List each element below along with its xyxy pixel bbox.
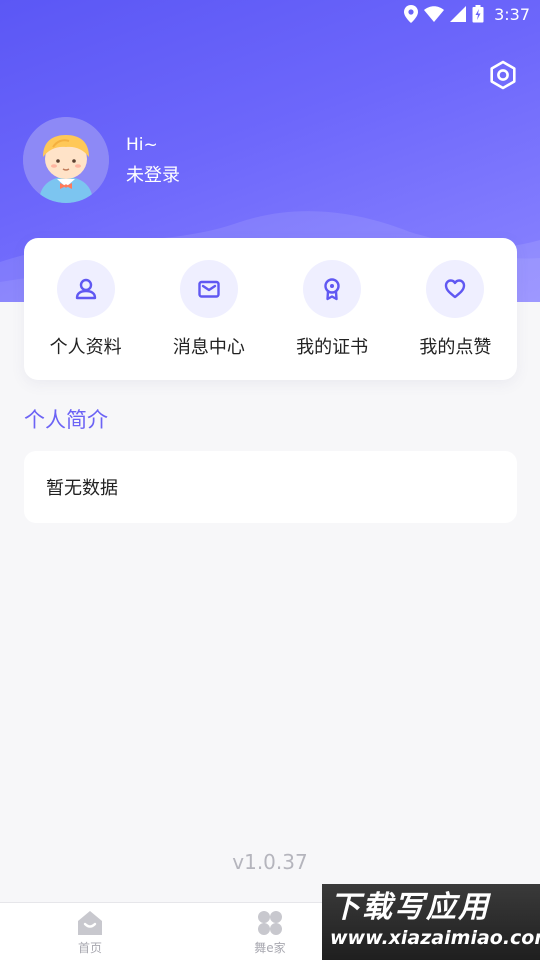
clover-icon xyxy=(258,911,282,935)
wifi-icon xyxy=(424,6,445,22)
tab-label: 首页 xyxy=(77,941,102,955)
watermark-overlay: 下载写应用 www.xiazaimiao.com xyxy=(322,884,540,960)
menu-label: 消息中心 xyxy=(172,337,245,358)
clock: 3:37 xyxy=(494,4,530,24)
menu-label: 个人资料 xyxy=(49,337,122,358)
intro-empty-text: 暂无数据 xyxy=(46,478,118,499)
certificate-icon xyxy=(324,278,340,301)
tab-home[interactable]: 首页 xyxy=(0,903,180,960)
menu-personal-info[interactable]: 个人资料 xyxy=(31,260,141,359)
heart-icon xyxy=(445,279,466,299)
location-icon xyxy=(404,5,419,23)
intro-section-title: 个人简介 xyxy=(24,408,108,432)
menu-my-likes[interactable]: 我的点赞 xyxy=(400,260,510,359)
menu-icon-circle xyxy=(56,260,115,318)
watermark-title: 下载写应用 xyxy=(330,890,490,925)
watermark-url: www.xiazaimiao.com xyxy=(330,927,540,949)
settings-button[interactable] xyxy=(486,58,520,92)
menu-message-center[interactable]: 消息中心 xyxy=(154,260,264,359)
avatar-boy-icon xyxy=(23,117,109,203)
battery-icon xyxy=(472,5,484,23)
mail-icon xyxy=(198,280,220,298)
menu-label: 我的证书 xyxy=(296,337,369,358)
menu-icon-circle xyxy=(179,260,238,318)
settings-icon xyxy=(490,60,516,90)
menu-icon-circle xyxy=(303,260,362,318)
avatar[interactable] xyxy=(23,117,109,203)
home-icon xyxy=(78,911,102,935)
user-icon xyxy=(75,278,96,300)
tab-label: 舞e家 xyxy=(254,941,286,955)
menu-icon-circle xyxy=(426,260,485,318)
signal-icon xyxy=(450,6,467,22)
menu-my-certificates[interactable]: 我的证书 xyxy=(277,260,387,359)
login-link[interactable]: 未登录 xyxy=(126,161,180,187)
greeting-text: Hi~ xyxy=(126,135,158,155)
intro-content-box: 暂无数据 xyxy=(24,451,517,523)
menu-label: 我的点赞 xyxy=(419,337,492,358)
status-bar: 3:37 xyxy=(0,0,540,28)
app-version: v1.0.37 xyxy=(232,850,308,874)
quick-menu-card: 个人资料 消息中心 我的证书 我的点赞 xyxy=(24,238,517,380)
